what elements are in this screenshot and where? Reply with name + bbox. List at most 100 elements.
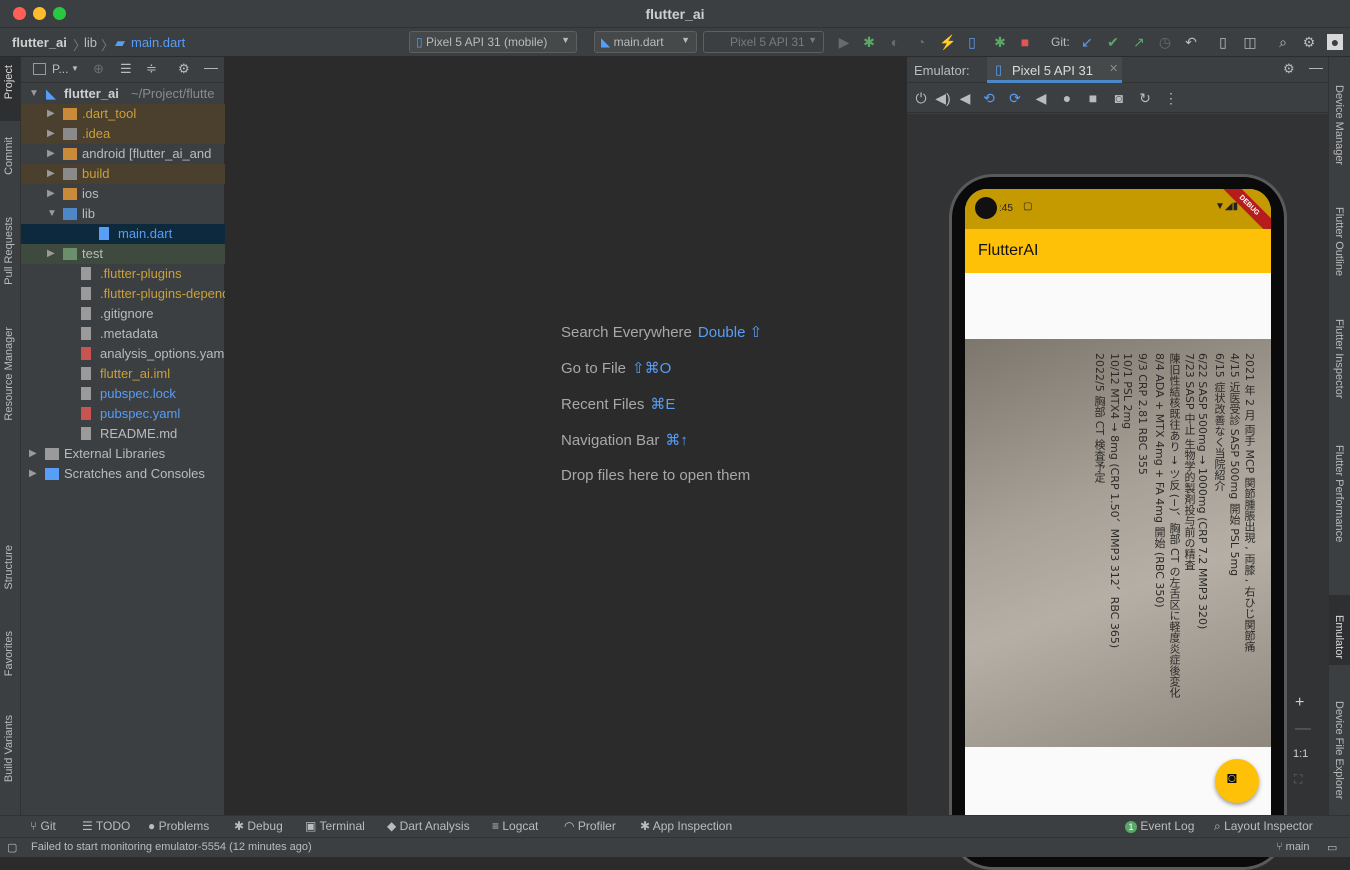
device-selector[interactable]: ▯ Pixel 5 API 31 (mobile) ▼: [409, 31, 577, 53]
target-selector[interactable]: Pixel 5 API 31 ▼: [703, 31, 824, 53]
hide-icon[interactable]: —: [1309, 59, 1323, 75]
power-icon[interactable]: ⏻: [913, 90, 929, 106]
snapshot-icon[interactable]: ↻: [1137, 90, 1153, 106]
chevron-right-icon[interactable]: ▶: [47, 164, 55, 184]
toggle-tool-windows-icon[interactable]: ▢: [7, 841, 17, 854]
rollback-icon[interactable]: ↶: [1183, 34, 1199, 50]
tab-resource-manager[interactable]: Resource Manager: [3, 327, 15, 421]
tab-event-log[interactable]: 1 Event Log: [1125, 819, 1194, 833]
breadcrumb-folder[interactable]: lib: [84, 35, 97, 50]
tree-item[interactable]: .flutter-plugins-depend: [21, 284, 225, 304]
tab-emulator-device[interactable]: ▯ Pixel 5 API 31 ✕: [987, 57, 1122, 83]
tab-favorites[interactable]: Favorites: [3, 631, 15, 676]
project-view-selector[interactable]: P...: [52, 62, 68, 76]
phone-screen[interactable]: :45 ▢ ▼◢▮ DEBUG FlutterAI 2021 年 2 月 両手 …: [965, 189, 1271, 817]
tree-item[interactable]: pubspec.yaml: [21, 404, 225, 424]
sdk-manager-icon[interactable]: ◫: [1242, 34, 1258, 50]
tree-item[interactable]: main.dart: [21, 224, 225, 244]
device-manager-icon[interactable]: ▯: [1215, 34, 1231, 50]
tree-root[interactable]: ▼ ◣ flutter_ai ~/Project/flutte: [21, 84, 225, 104]
gear-icon[interactable]: ⚙: [1301, 34, 1317, 50]
tree-item[interactable]: ▶ test: [21, 244, 225, 264]
chevron-down-icon[interactable]: ▼: [71, 64, 79, 73]
chevron-right-icon[interactable]: ▶: [47, 124, 55, 144]
tab-flutter-performance[interactable]: Flutter Performance: [1333, 445, 1345, 542]
chevron-right-icon[interactable]: ▶: [47, 184, 55, 204]
coverage-icon[interactable]: ◐: [887, 34, 903, 50]
tree-item[interactable]: ▶ ios: [21, 184, 225, 204]
git-push-icon[interactable]: ↗: [1131, 34, 1147, 50]
tab-emulator[interactable]: Emulator: [1333, 615, 1345, 659]
chevron-right-icon[interactable]: ▶: [29, 444, 37, 464]
tab-flutter-outline[interactable]: Flutter Outline: [1333, 207, 1345, 276]
profile-icon[interactable]: ◔: [913, 34, 929, 50]
fit-screen-icon[interactable]: ⛶: [1294, 772, 1302, 787]
tab-logcat[interactable]: ≡ Logcat: [492, 819, 538, 833]
zoom-out-icon[interactable]: —: [1295, 720, 1311, 738]
expand-all-icon[interactable]: ☰: [120, 61, 132, 77]
tree-item[interactable]: README.md: [21, 424, 225, 444]
git-history-icon[interactable]: ◷: [1157, 34, 1173, 50]
tree-item[interactable]: ▶ .idea: [21, 124, 225, 144]
zoom-actual-size[interactable]: 1:1: [1293, 748, 1308, 760]
back-icon[interactable]: ◀: [1033, 90, 1049, 106]
rotate-left-icon[interactable]: ⟲: [981, 90, 997, 106]
run-icon[interactable]: ▶: [836, 34, 852, 50]
tab-project[interactable]: Project: [3, 65, 15, 99]
tab-todo[interactable]: ☰ TODO: [82, 819, 130, 833]
stop-icon[interactable]: ■: [1017, 34, 1033, 50]
tab-git[interactable]: ⑂ Git: [30, 819, 56, 833]
chevron-down-icon[interactable]: ▼: [47, 204, 57, 224]
tree-item[interactable]: ▶ android [flutter_ai_and: [21, 144, 225, 164]
volume-down-icon[interactable]: ◀: [957, 90, 973, 106]
home-icon[interactable]: ●: [1059, 90, 1075, 106]
volume-up-icon[interactable]: ◀): [935, 90, 951, 106]
attach-debugger-icon[interactable]: ✱: [992, 34, 1008, 50]
tree-item[interactable]: pubspec.lock: [21, 384, 225, 404]
breadcrumb-project[interactable]: flutter_ai: [12, 35, 67, 50]
tab-problems[interactable]: ● Problems: [148, 819, 209, 833]
camera-fab[interactable]: ◙: [1215, 759, 1259, 803]
overview-icon[interactable]: ■: [1085, 90, 1101, 106]
more-icon[interactable]: ⋮: [1163, 90, 1179, 106]
tab-pull-requests[interactable]: Pull Requests: [3, 217, 15, 285]
chevron-right-icon[interactable]: ▶: [29, 464, 37, 484]
run-config-selector[interactable]: ◣ main.dart ▼: [594, 31, 697, 53]
git-update-icon[interactable]: ↙: [1079, 34, 1095, 50]
tab-app-inspection[interactable]: ✱ App Inspection: [640, 819, 732, 833]
chevron-right-icon[interactable]: ▶: [47, 244, 55, 264]
lock-icon[interactable]: ▭: [1327, 841, 1337, 854]
tab-structure[interactable]: Structure: [3, 545, 15, 590]
tree-item[interactable]: analysis_options.yaml: [21, 344, 225, 364]
chevron-right-icon[interactable]: ▶: [47, 144, 55, 164]
tab-profiler[interactable]: ◠ Profiler: [564, 819, 616, 833]
gear-icon[interactable]: ⚙: [1283, 61, 1295, 77]
tab-debug[interactable]: ✱ Debug: [234, 819, 283, 833]
tree-item[interactable]: flutter_ai.iml: [21, 364, 225, 384]
tree-item[interactable]: ▶ build: [21, 164, 225, 184]
status-message[interactable]: Failed to start monitoring emulator-5554…: [31, 841, 312, 853]
tree-item[interactable]: ▶ .dart_tool: [21, 104, 225, 124]
tab-terminal[interactable]: ▣ Terminal: [305, 819, 365, 833]
screenshot-icon[interactable]: ◙: [1111, 90, 1127, 106]
tree-item[interactable]: ▶ External Libraries: [21, 444, 225, 464]
gear-icon[interactable]: ⚙: [178, 61, 190, 77]
zoom-in-icon[interactable]: +: [1295, 694, 1304, 712]
git-commit-icon[interactable]: ✔: [1105, 34, 1121, 50]
tree-item[interactable]: ▼ lib: [21, 204, 225, 224]
hot-restart-icon[interactable]: ▯: [964, 34, 980, 50]
locate-icon[interactable]: ⊕: [93, 61, 104, 77]
chevron-right-icon[interactable]: ▶: [47, 104, 55, 124]
tab-device-manager[interactable]: Device Manager: [1333, 85, 1345, 165]
tree-item[interactable]: ▶ Scratches and Consoles: [21, 464, 225, 484]
tree-item[interactable]: .metadata: [21, 324, 225, 344]
tree-item[interactable]: .flutter-plugins: [21, 264, 225, 284]
tab-build-variants[interactable]: Build Variants: [3, 715, 15, 782]
tab-dart-analysis[interactable]: ◆ Dart Analysis: [387, 819, 470, 833]
debug-icon[interactable]: ✱: [861, 34, 877, 50]
tree-item[interactable]: .gitignore: [21, 304, 225, 324]
hide-icon[interactable]: —: [204, 59, 218, 75]
tab-commit[interactable]: Commit: [3, 137, 15, 175]
tab-device-file-explorer[interactable]: Device File Explorer: [1333, 701, 1345, 799]
tab-layout-inspector[interactable]: ⌕ Layout Inspector: [1214, 819, 1313, 834]
